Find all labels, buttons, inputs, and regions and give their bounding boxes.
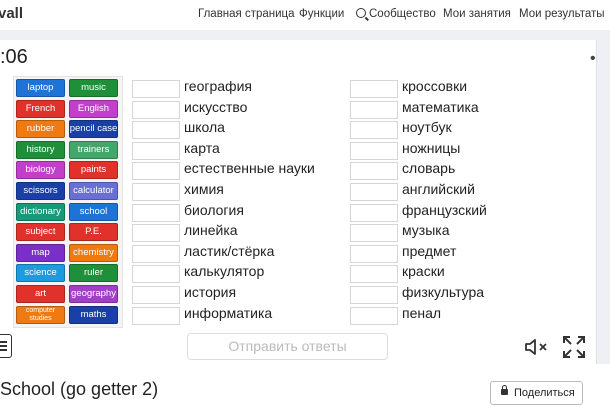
drop-slot[interactable] xyxy=(350,286,398,304)
target-word: история xyxy=(184,284,237,300)
target-word: химия xyxy=(184,181,224,197)
lock-icon xyxy=(501,385,508,395)
target-word: информатика xyxy=(184,304,273,321)
draggable-tile[interactable]: laptop xyxy=(16,79,65,97)
submit-answers-button[interactable]: Отправить ответы xyxy=(187,333,388,360)
nav-community[interactable]: Сообщество xyxy=(356,8,436,20)
nav-my-results[interactable]: Мои результаты xyxy=(519,8,605,20)
draggable-tile[interactable]: rubber xyxy=(16,120,65,139)
draggable-tile[interactable]: map xyxy=(16,243,65,262)
draggable-tile[interactable]: scissors xyxy=(16,182,65,200)
drop-slot[interactable] xyxy=(132,162,180,181)
target-word: школа xyxy=(184,119,225,136)
draggable-tile[interactable]: maths xyxy=(69,305,118,324)
target-word: кроссовки xyxy=(402,78,468,94)
drop-slot[interactable] xyxy=(350,306,398,325)
nav-features[interactable]: Функции xyxy=(299,8,344,20)
nav-my-activities[interactable]: Мои занятия xyxy=(443,8,511,20)
drop-slot[interactable] xyxy=(350,183,398,201)
drop-slot[interactable] xyxy=(132,306,180,325)
target-word: естественные науки xyxy=(184,160,315,177)
target-word: музыка xyxy=(402,222,450,239)
top-navigation-bar: vall Главная страница Функции Сообщество… xyxy=(0,0,610,30)
drop-slot[interactable] xyxy=(350,224,398,243)
nav-home[interactable]: Главная страница xyxy=(198,8,295,20)
drop-slot[interactable] xyxy=(132,286,180,304)
draggable-tile[interactable]: pencil case xyxy=(69,120,118,139)
search-icon xyxy=(356,8,366,18)
site-logo[interactable]: vall xyxy=(0,5,23,22)
target-word: биология xyxy=(184,201,244,218)
target-word: французский xyxy=(402,201,487,218)
draggable-tile[interactable]: music xyxy=(69,79,118,97)
draggable-tile[interactable]: trainers xyxy=(69,140,118,159)
drop-slot[interactable] xyxy=(350,265,398,284)
draggable-tile[interactable]: paints xyxy=(69,161,118,180)
mute-icon[interactable] xyxy=(524,337,550,357)
menu-icon[interactable] xyxy=(0,334,12,358)
drop-slot[interactable] xyxy=(132,224,180,243)
share-button[interactable]: Поделиться xyxy=(490,381,583,405)
drop-slot[interactable] xyxy=(132,244,180,263)
draggable-tile[interactable]: school xyxy=(69,202,118,221)
draggable-tile[interactable]: art xyxy=(16,285,65,303)
target-word: калькулятор xyxy=(184,263,265,280)
activity-title: School (go getter 2) xyxy=(0,379,159,399)
drop-slot[interactable] xyxy=(132,203,180,222)
target-word: английский xyxy=(402,181,475,197)
draggable-tile[interactable]: dictionary xyxy=(16,202,65,221)
draggable-tile[interactable]: calculator xyxy=(69,182,118,200)
target-word: пенал xyxy=(402,304,442,321)
draggable-tile[interactable]: geography xyxy=(69,285,118,303)
share-label: Поделиться xyxy=(514,387,575,399)
target-word: физкультура xyxy=(402,284,485,300)
timer: :06 xyxy=(0,46,28,68)
drop-slot[interactable] xyxy=(350,80,398,98)
target-word: математика xyxy=(402,98,479,115)
fullscreen-icon[interactable] xyxy=(562,335,586,359)
draggable-tile[interactable]: history xyxy=(16,140,65,159)
draggable-tile[interactable]: biology xyxy=(16,161,65,180)
drop-slot[interactable] xyxy=(132,80,180,98)
draggable-tile[interactable]: ruler xyxy=(69,264,118,283)
draggable-tile[interactable]: P.E. xyxy=(69,223,118,242)
draggable-tile[interactable]: science xyxy=(16,264,65,283)
drop-slot[interactable] xyxy=(132,265,180,284)
drop-slot[interactable] xyxy=(350,203,398,222)
drop-slot[interactable] xyxy=(350,141,398,160)
draggable-tile[interactable]: English xyxy=(69,99,118,118)
target-word: краски xyxy=(402,263,445,280)
drop-slot[interactable] xyxy=(132,100,180,119)
draggable-tile[interactable]: computer studies xyxy=(16,305,65,324)
drop-slot[interactable] xyxy=(350,244,398,263)
drop-slot[interactable] xyxy=(350,121,398,140)
drop-slot[interactable] xyxy=(132,141,180,160)
more-options-icon[interactable]: • xyxy=(590,50,596,68)
drop-slot[interactable] xyxy=(350,100,398,119)
drop-slot[interactable] xyxy=(132,183,180,201)
target-word: ножницы xyxy=(402,139,461,156)
draggable-tile[interactable]: subject xyxy=(16,223,65,242)
drop-slot[interactable] xyxy=(132,121,180,140)
drop-slot[interactable] xyxy=(350,162,398,181)
draggable-tile[interactable]: French xyxy=(16,99,65,118)
target-word: ластик/стёрка xyxy=(184,242,275,259)
nav-community-label: Сообщество xyxy=(369,8,436,20)
target-word: география xyxy=(184,78,252,94)
target-word: ноутбук xyxy=(402,119,452,136)
target-word: предмет xyxy=(402,242,457,259)
target-word: карта xyxy=(184,139,220,156)
target-word: линейка xyxy=(184,222,238,239)
target-word: искусство xyxy=(184,98,248,115)
draggable-tile[interactable]: chemistry xyxy=(69,243,118,262)
target-word: словарь xyxy=(402,160,456,177)
